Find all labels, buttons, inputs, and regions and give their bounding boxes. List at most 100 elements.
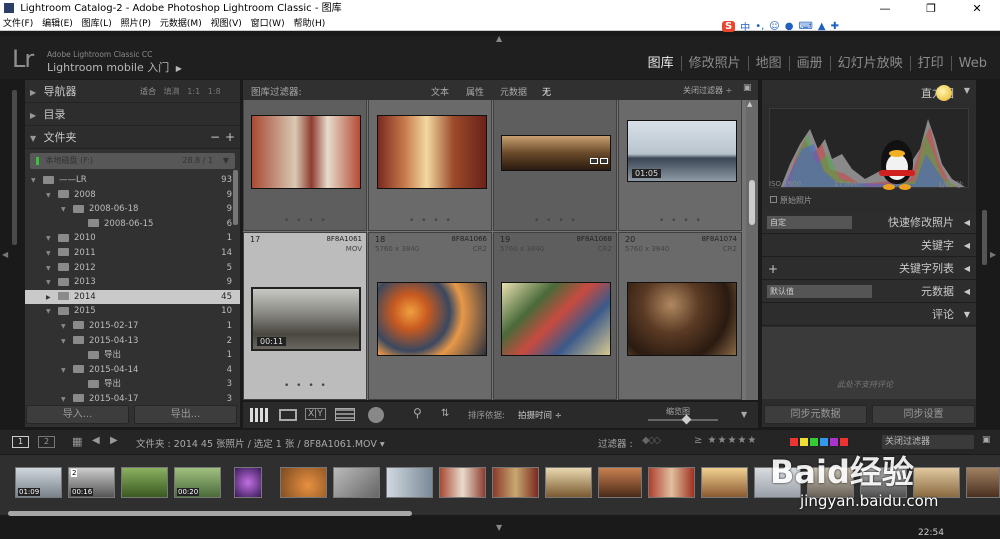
grid-cell[interactable]: 01:05 • • • •	[618, 100, 742, 231]
grid-cell[interactable]: • • • •	[243, 100, 367, 231]
toolbar-menu-icon[interactable]: ▼	[741, 410, 747, 419]
top-collapse-arrow-icon[interactable]: ▲	[496, 34, 502, 43]
left-panel-scrollbar[interactable]	[12, 90, 17, 245]
ime-lang[interactable]: 中	[740, 19, 750, 34]
export-button[interactable]: 导出...	[134, 405, 237, 424]
navigator-header[interactable]: ▶ 导航器 适合 填满 1:1 1:8	[25, 80, 240, 103]
module-book[interactable]: 画册	[788, 56, 830, 71]
photo-thumbnail[interactable]	[501, 135, 611, 171]
ime-keyboard-icon[interactable]: ⌨	[798, 21, 812, 32]
sync-settings-button[interactable]: 同步设置	[872, 405, 975, 424]
ime-emoji-icon[interactable]: ☺	[769, 21, 779, 32]
ime-tool-icon[interactable]: ✚	[831, 21, 839, 32]
flag-filter-icons[interactable]: ◆◇◇	[642, 435, 661, 446]
folder-row[interactable]: ▼ 2010 1	[25, 231, 240, 246]
folder-row[interactable]: ▶ 2014 45	[25, 289, 240, 305]
folder-row[interactable]: 2008-06-15 6	[25, 217, 240, 232]
filmstrip-thumbnail[interactable]	[439, 467, 486, 498]
expand-down-icon[interactable]: ▼	[61, 203, 73, 218]
folder-row[interactable]: ▼ 2013 9	[25, 275, 240, 290]
filmstrip-source-path[interactable]: 文件夹 : 2014 45 张照片 / 选定 1 张 / 8F8A1061.MO…	[136, 436, 385, 450]
grid-cell[interactable]: • • • •	[493, 100, 617, 231]
photo-thumbnail[interactable]	[627, 282, 737, 356]
loupe-view-icon[interactable]	[279, 409, 297, 421]
spray-can-icon[interactable]: ⚲	[413, 406, 422, 420]
filmstrip-thumbnail[interactable]	[121, 467, 168, 498]
expand-down-icon[interactable]: ▼	[61, 364, 73, 379]
filmstrip-thumbnail[interactable]	[333, 467, 380, 498]
back-arrow-icon[interactable]: ◀	[92, 435, 100, 446]
grid-cell[interactable]: 19 8F8A1068 5760 x 3840 CR2	[493, 232, 617, 400]
menu-view[interactable]: 视图(V)	[211, 19, 242, 29]
filmstrip-thumbnail[interactable]	[492, 467, 539, 498]
filter-none-tab[interactable]: 无	[542, 85, 551, 98]
menu-library[interactable]: 图库(L)	[82, 19, 112, 29]
nav-fit[interactable]: 适合	[140, 87, 156, 96]
quick-preset-dropdown[interactable]: 自定	[767, 216, 852, 229]
filmstrip-thumbnail[interactable]	[598, 467, 642, 498]
module-slideshow[interactable]: 幻灯片放映	[829, 56, 910, 71]
folder-row[interactable]: 导出 1	[25, 348, 240, 363]
module-map[interactable]: 地图	[747, 56, 789, 71]
star-rating-filter[interactable]: ≥ ★★★★★	[694, 435, 757, 446]
filmstrip-lock-icon[interactable]: ▣	[982, 435, 991, 445]
photo-thumbnail[interactable]: 01:05	[627, 120, 737, 182]
comments-header[interactable]: 评论 ▼	[762, 304, 976, 326]
close-button[interactable]: ✕	[954, 0, 1000, 17]
grid-scrollbar-thumb[interactable]	[749, 180, 755, 225]
filmstrip-scrollbar[interactable]	[8, 511, 412, 516]
primary-display-button[interactable]: 1	[12, 436, 29, 448]
metadata-header[interactable]: 默认值 元数据 ◀	[762, 281, 976, 303]
bottom-collapse-arrow-icon[interactable]: ▼	[496, 523, 502, 532]
folder-row[interactable]: 导出 3	[25, 377, 240, 392]
remove-folder-button[interactable]: −	[210, 126, 220, 149]
filmstrip-thumbnail[interactable]	[234, 467, 262, 498]
grid-cell[interactable]: 20 8F8A1074 5760 x 3840 CR2	[618, 232, 742, 400]
grid-mode-icon[interactable]: ▦	[72, 435, 82, 448]
sync-metadata-button[interactable]: 同步元数据	[764, 405, 867, 424]
right-panel-scrollbar[interactable]	[982, 210, 987, 265]
forward-arrow-icon[interactable]: ▶	[110, 435, 118, 446]
ime-punct-icon[interactable]: •,	[755, 21, 764, 32]
survey-view-icon[interactable]	[335, 408, 355, 421]
ime-mic-icon[interactable]: ●	[785, 21, 794, 32]
keyword-list-header[interactable]: + 关键字列表 ◀	[762, 258, 976, 280]
maximize-button[interactable]: ❐	[908, 0, 954, 17]
folder-row[interactable]: ▼ 2015-04-14 4	[25, 363, 240, 378]
expand-down-icon[interactable]: ▼	[61, 335, 73, 350]
quick-develop-header[interactable]: 自定 快速修改照片 ◀	[762, 212, 976, 234]
menu-edit[interactable]: 编辑(E)	[42, 19, 73, 29]
module-develop[interactable]: 修改照片	[680, 56, 748, 71]
photo-thumbnail[interactable]	[377, 115, 487, 189]
menu-metadata[interactable]: 元数据(M)	[160, 19, 202, 29]
filter-lock-icon[interactable]: ▣	[743, 83, 752, 93]
sort-direction-icon[interactable]: ⇅	[441, 408, 449, 419]
left-collapse-arrow-icon[interactable]: ◀	[2, 250, 8, 259]
expand-down-icon[interactable]: ▼	[46, 276, 58, 291]
module-print[interactable]: 打印	[909, 56, 951, 71]
menu-help[interactable]: 帮助(H)	[293, 19, 325, 29]
grid-cell[interactable]: 18 8F8A1066 5760 x 3840 CR2	[368, 232, 492, 400]
filmstrip-thumbnail[interactable]	[386, 467, 433, 498]
filter-preset-dropdown[interactable]: 关闭过滤器 ÷	[683, 85, 732, 96]
keyword-header[interactable]: 关键字 ◀	[762, 235, 976, 257]
module-web[interactable]: Web	[950, 56, 994, 71]
expand-down-icon[interactable]: ▼	[61, 320, 73, 335]
filmstrip-thumbnail[interactable]	[966, 467, 1000, 498]
folder-row[interactable]: ▼ 2015 10	[25, 304, 240, 319]
photo-thumbnail[interactable]	[251, 115, 361, 189]
filmstrip-thumbnail[interactable]	[280, 467, 327, 498]
filmstrip-thumbnail[interactable]: 00:20	[174, 467, 221, 498]
expand-down-icon[interactable]: ▼	[46, 189, 58, 204]
add-keyword-button[interactable]: +	[768, 258, 778, 280]
menu-photo[interactable]: 照片(P)	[121, 19, 151, 29]
secondary-display-button[interactable]: 2	[38, 436, 55, 448]
folder-row[interactable]: ▼ 2015-04-13 2	[25, 334, 240, 349]
import-button[interactable]: 导入...	[26, 405, 129, 424]
grid-cell-selected[interactable]: 17 8F8A1061 MOV 00:11 • • • •	[243, 232, 367, 400]
folder-row[interactable]: ▼ 2008-06-18 9	[25, 202, 240, 217]
add-folder-button[interactable]: +	[225, 126, 235, 149]
filmstrip-thumbnail[interactable]: 2 00:16	[68, 467, 115, 498]
color-label-filter[interactable]	[790, 438, 850, 446]
grid-cell[interactable]: • • • •	[368, 100, 492, 231]
